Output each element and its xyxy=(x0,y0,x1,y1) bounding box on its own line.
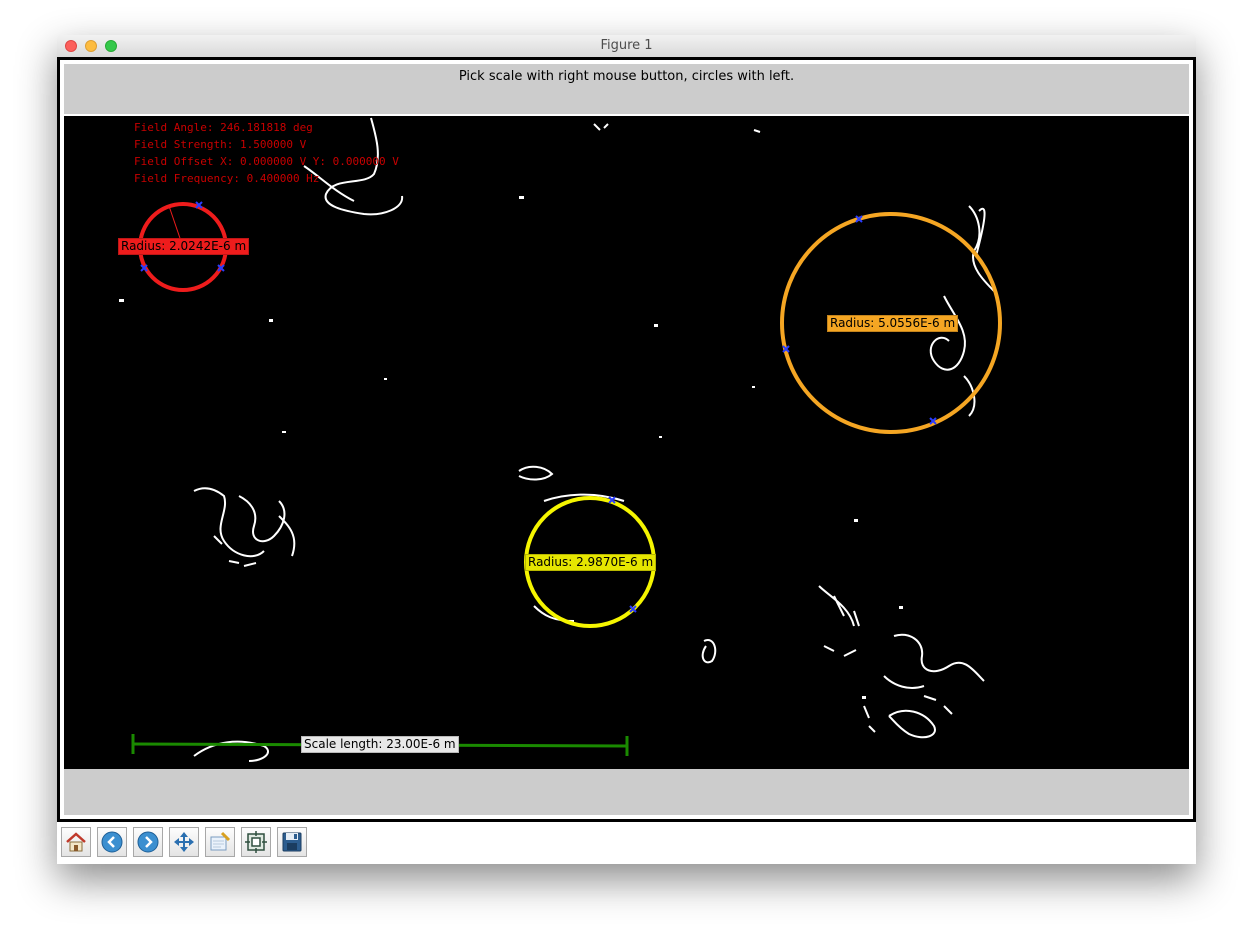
forward-button[interactable] xyxy=(133,827,163,857)
circle-2-radius-label: Radius: 5.0556E-6 m xyxy=(827,315,959,332)
navigation-toolbar xyxy=(57,822,1196,864)
figure-window: Figure 1 Pick scale with right mouse but… xyxy=(57,35,1196,864)
home-icon xyxy=(66,832,86,852)
circle-1-radius-label: Radius: 2.0242E-6 m xyxy=(118,238,250,255)
field-frequency-label: Field Frequency: 0.400000 Hz xyxy=(134,172,320,185)
configure-subplots-icon xyxy=(245,831,267,853)
scale-length-label: Scale length: 23.00E-6 m xyxy=(301,736,459,753)
pan-arrows-icon xyxy=(174,832,194,852)
figure-panel: Pick scale with right mouse button, circ… xyxy=(64,64,1189,815)
save-button[interactable] xyxy=(277,827,307,857)
field-angle-label: Field Angle: 246.181818 deg xyxy=(134,121,313,134)
zoom-button[interactable] xyxy=(205,827,235,857)
pan-button[interactable] xyxy=(169,827,199,857)
window-title: Figure 1 xyxy=(600,38,653,53)
forward-arrow-icon xyxy=(137,831,159,853)
micrograph-image[interactable] xyxy=(64,116,1189,769)
back-button[interactable] xyxy=(97,827,127,857)
particle-dots xyxy=(119,196,903,699)
configure-subplots-button[interactable] xyxy=(241,827,271,857)
save-floppy-icon xyxy=(282,832,302,852)
zoom-rect-icon xyxy=(210,831,231,851)
back-arrow-icon xyxy=(101,831,123,853)
title-bar[interactable]: Figure 1 xyxy=(57,35,1196,58)
image-axes[interactable]: Field Angle: 246.181818 deg Field Streng… xyxy=(64,114,1189,769)
circle-3-radius-label: Radius: 2.9870E-6 m xyxy=(525,554,657,571)
instruction-title: Pick scale with right mouse button, circ… xyxy=(458,69,795,84)
figure-area: Pick scale with right mouse button, circ… xyxy=(60,60,1193,819)
home-button[interactable] xyxy=(61,827,91,857)
field-strength-label: Field Strength: 1.500000 V xyxy=(134,138,307,151)
figure-canvas[interactable]: Pick scale with right mouse button, circ… xyxy=(57,57,1196,822)
field-offset-label: Field Offset X: 0.000000 V Y: 0.000000 V xyxy=(134,155,399,168)
